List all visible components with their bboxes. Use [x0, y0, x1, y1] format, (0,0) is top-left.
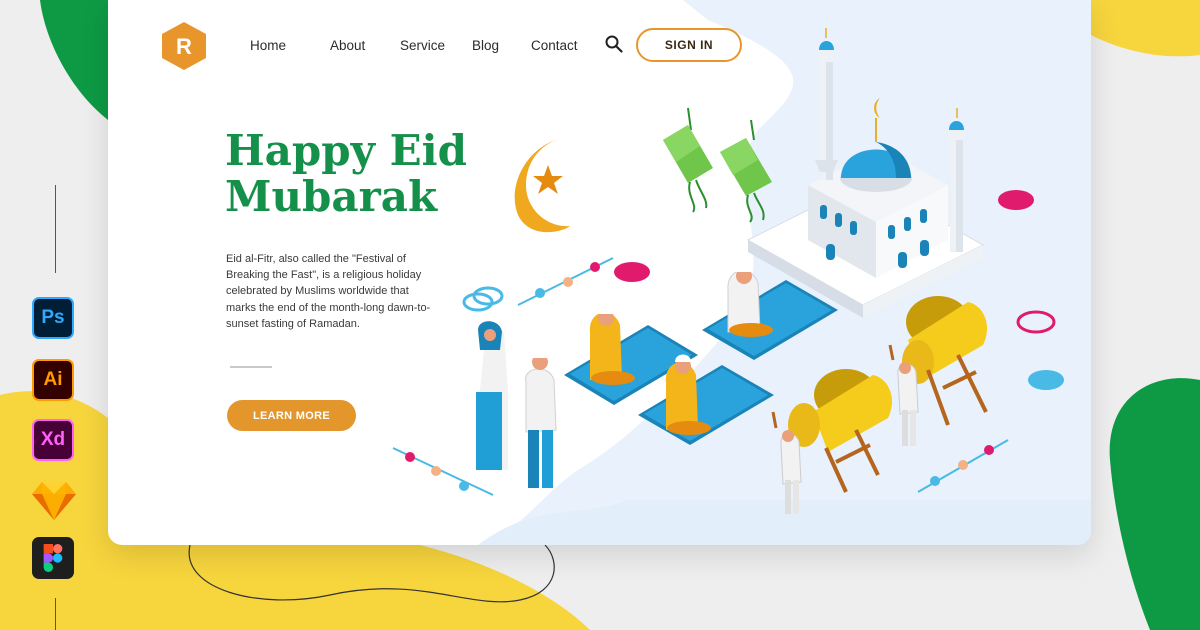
sidebar-line-top [55, 185, 56, 273]
top-right-yellow-blob [1091, 0, 1200, 57]
crescent-star-icon [514, 138, 570, 233]
eid-illustration [392, 28, 1064, 514]
drum-icon [788, 296, 988, 493]
landing-page-card: R Home About Service Blog Contact SIGN I… [108, 0, 1091, 545]
mosque-icon [746, 28, 985, 318]
right-green-blob [1109, 378, 1200, 630]
pink-dot-decoration-2 [614, 262, 650, 282]
illustrator-label: Ai [43, 369, 63, 390]
blue-dot-decoration [1028, 370, 1064, 390]
photoshop-icon: Ps [32, 297, 74, 339]
illustrator-icon: Ai [32, 359, 74, 401]
sidebar-line-bottom [55, 598, 56, 630]
figma-logo [43, 544, 63, 572]
photoshop-label: Ps [41, 307, 65, 328]
top-left-green-blob [40, 0, 108, 120]
xd-icon: Xd [32, 419, 74, 461]
couple-icon [476, 321, 557, 488]
sketch-icon [32, 482, 76, 520]
pink-dot-decoration [998, 190, 1034, 210]
pink-ring-decoration [1016, 310, 1056, 334]
ketupat-icon [663, 107, 772, 223]
xd-label: Xd [40, 429, 66, 450]
figma-icon [32, 537, 74, 579]
